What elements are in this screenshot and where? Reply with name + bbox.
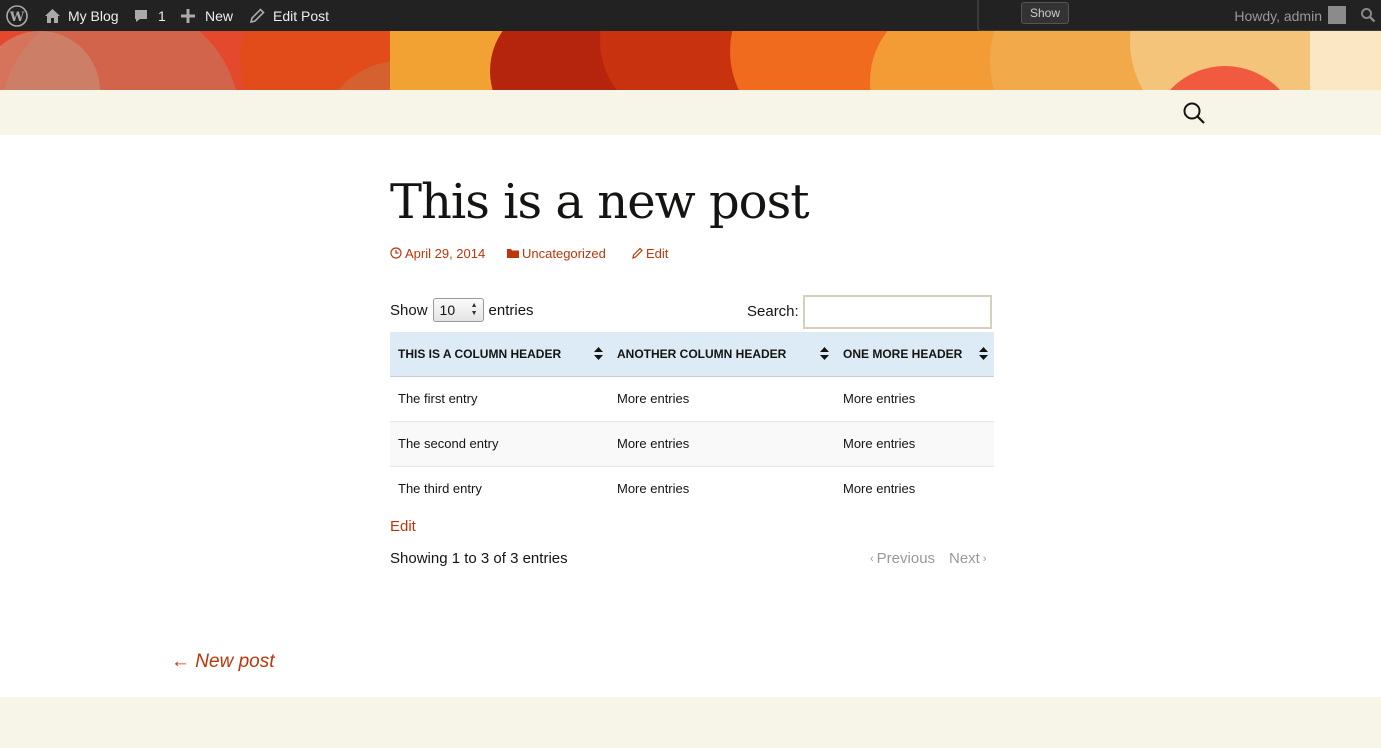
comments-count: 1: [158, 7, 166, 24]
show-button[interactable]: Show: [1021, 2, 1069, 24]
post-date-link[interactable]: April 29, 2014: [390, 243, 485, 263]
clock-icon: [390, 247, 402, 259]
new-label: New: [205, 7, 234, 24]
table-search-input[interactable]: [803, 295, 992, 329]
table-cell: More entries: [835, 420, 994, 466]
post-category-link[interactable]: Uncategorized: [507, 243, 606, 263]
previous-label: Previous: [876, 550, 936, 567]
next-page-button[interactable]: Next ›: [949, 550, 987, 567]
entries-label: entries: [488, 301, 534, 319]
wordpress-icon: W: [6, 4, 28, 27]
page-length-select[interactable]: 10 ▲ ▼: [432, 298, 484, 322]
page-length-value: 10: [439, 302, 456, 318]
sort-icon: [979, 347, 988, 360]
table-info: Showing 1 to 3 of 3 entries: [390, 550, 568, 567]
pencil-icon: [632, 247, 643, 259]
avatar[interactable]: [1328, 6, 1346, 24]
table-header-row: THIS IS A COLUMN HEADER ANOTHER COLUMN H…: [390, 332, 994, 377]
comment-icon: [135, 9, 147, 22]
search-icon[interactable]: [1360, 7, 1376, 23]
search-label: Search:: [747, 303, 799, 320]
site-name-label: My Blog: [68, 7, 119, 24]
sort-icon: [594, 347, 603, 360]
site-name-link[interactable]: My Blog: [44, 0, 119, 31]
navigation-bar: [0, 90, 1381, 135]
post-edit-link[interactable]: Edit: [632, 243, 668, 263]
post-title: This is a new post: [390, 174, 809, 230]
edit-post-label: Edit Post: [273, 7, 330, 24]
table-row: The first entry More entries More entrie…: [390, 375, 994, 421]
new-content-link[interactable]: New: [181, 0, 233, 31]
column-header-label: ANOTHER COLUMN HEADER: [617, 346, 787, 361]
next-label: Next: [949, 550, 980, 567]
svg-text:W: W: [9, 10, 25, 25]
chevron-right-icon: ›: [982, 552, 987, 565]
howdy-text: Howdy, admin: [1234, 7, 1322, 24]
howdy-account-link[interactable]: Howdy, admin: [1234, 0, 1322, 31]
show-label: Show: [390, 301, 428, 319]
pencil-icon: [250, 8, 265, 23]
previous-page-button[interactable]: ‹ Previous: [870, 550, 935, 567]
comments-link[interactable]: 1: [133, 0, 166, 31]
post-category: Uncategorized: [522, 245, 606, 261]
table-cell: The third entry: [390, 465, 609, 511]
table-row: The third entry More entries More entrie…: [390, 465, 994, 511]
column-header-2[interactable]: ANOTHER COLUMN HEADER: [609, 332, 835, 377]
site-footer: [0, 697, 1381, 748]
content-edit-link[interactable]: Edit: [390, 518, 416, 535]
post-edit-label: Edit: [646, 245, 669, 261]
previous-post-link[interactable]: ← New post: [171, 651, 274, 673]
wordpress-logo-button[interactable]: W: [6, 0, 28, 31]
data-table: THIS IS A COLUMN HEADER ANOTHER COLUMN H…: [390, 332, 994, 511]
table-cell: More entries: [609, 420, 835, 466]
column-header-label: THIS IS A COLUMN HEADER: [398, 346, 562, 361]
sort-icon: [820, 347, 829, 360]
home-icon: [45, 8, 60, 23]
search-icon[interactable]: [1182, 101, 1206, 125]
plus-icon: [181, 8, 195, 23]
table-row: The second entry More entries More entri…: [390, 420, 994, 466]
edit-post-link[interactable]: Edit Post: [250, 0, 329, 31]
table-cell: More entries: [835, 465, 994, 511]
table-cell: More entries: [609, 465, 835, 511]
table-cell: The second entry: [390, 420, 609, 466]
column-header-1[interactable]: THIS IS A COLUMN HEADER: [390, 332, 609, 377]
table-cell: More entries: [835, 375, 994, 421]
select-arrows-icon: ▲ ▼: [470, 302, 478, 317]
chevron-left-icon: ‹: [870, 552, 874, 565]
column-header-label: ONE MORE HEADER: [843, 346, 963, 361]
table-cell: More entries: [609, 375, 835, 421]
page-length-control: Show 10 ▲ ▼ entries: [390, 297, 534, 323]
table-cell: The first entry: [390, 375, 609, 421]
folder-icon: [507, 249, 519, 258]
post-date: April 29, 2014: [405, 245, 486, 261]
header-image: [0, 31, 1381, 90]
column-header-3[interactable]: ONE MORE HEADER: [835, 332, 994, 377]
